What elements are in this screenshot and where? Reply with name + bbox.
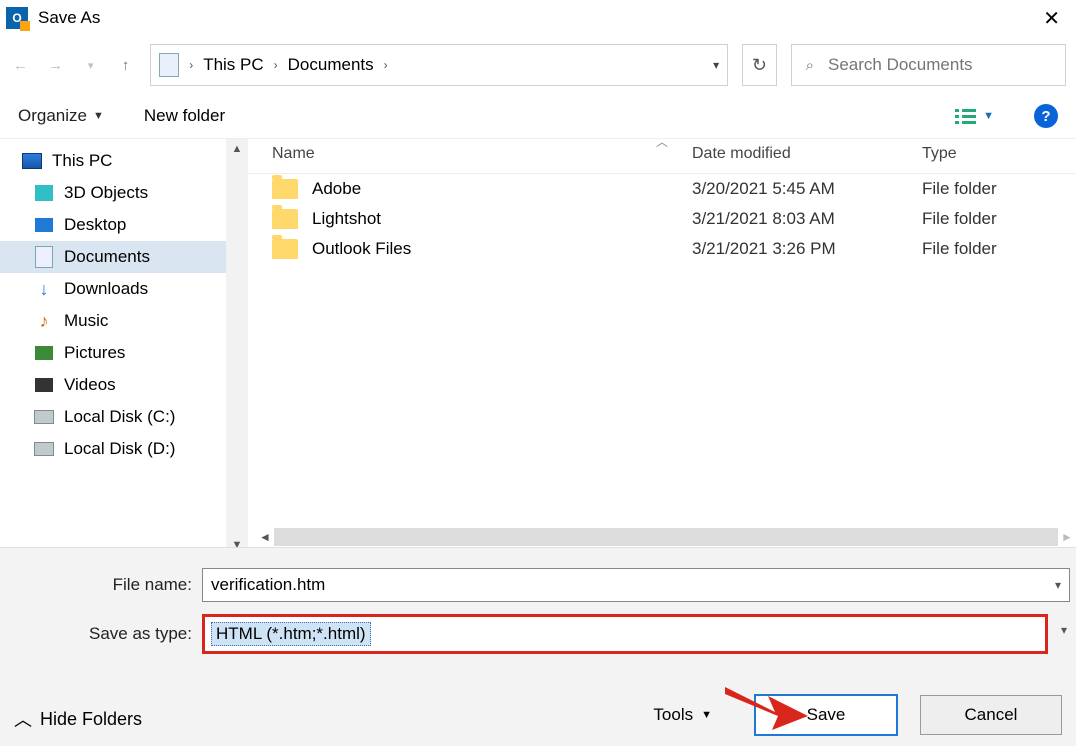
recent-dropdown[interactable]: ▾ (80, 52, 101, 78)
new-folder-button[interactable]: New folder (144, 106, 225, 126)
caret-down-icon: ▼ (93, 110, 104, 122)
dropdown-icon[interactable]: ▾ (1055, 578, 1061, 592)
search-icon: ⌕ (806, 57, 814, 74)
file-modified: 3/20/2021 5:45 AM (692, 179, 922, 199)
tree-downloads[interactable]: ↓Downloads (0, 273, 248, 305)
tree-disk-c[interactable]: Local Disk (C:) (0, 401, 248, 433)
dropdown-icon[interactable]: ▾ (1061, 623, 1067, 637)
tree-disk-d[interactable]: Local Disk (D:) (0, 433, 248, 465)
filename-label: File name: (0, 575, 202, 595)
address-dropdown-icon[interactable]: ▾ (713, 58, 719, 72)
col-type[interactable]: Type (922, 145, 1076, 163)
organize-menu[interactable]: Organize ▼ (18, 106, 104, 126)
footer: File name: verification.htm ▾ Save as ty… (0, 547, 1076, 746)
file-name: Outlook Files (312, 239, 692, 259)
tools-menu[interactable]: Tools ▼ (653, 705, 712, 725)
file-row[interactable]: Outlook Files3/21/2021 3:26 PMFile folde… (248, 234, 1076, 264)
help-button[interactable]: ? (1034, 104, 1058, 128)
window-title: Save As (38, 8, 100, 28)
back-button[interactable]: ← (10, 52, 31, 78)
organize-label: Organize (18, 106, 87, 126)
tree-this-pc[interactable]: This PC (0, 145, 248, 177)
forward-button[interactable]: → (45, 52, 66, 78)
file-modified: 3/21/2021 8:03 AM (692, 209, 922, 229)
up-button[interactable]: ↑ (115, 52, 136, 78)
file-type: File folder (922, 209, 1076, 229)
folder-icon (272, 179, 298, 199)
close-icon[interactable]: ✕ (1033, 6, 1070, 31)
chevron-up-icon: ︿ (14, 706, 32, 732)
file-name: Adobe (312, 179, 692, 199)
filename-input[interactable]: verification.htm ▾ (202, 568, 1070, 602)
file-type: File folder (922, 239, 1076, 259)
nav-row: ← → ▾ ↑ › This PC › Documents › ▾ ↻ ⌕ (0, 36, 1076, 94)
folder-icon (272, 239, 298, 259)
col-modified[interactable]: Date modified (692, 145, 922, 163)
nav-tree: This PC 3D Objects Desktop Documents ↓Do… (0, 139, 248, 547)
filename-value: verification.htm (211, 575, 325, 595)
tree-videos[interactable]: Videos (0, 369, 248, 401)
chevron-right-icon: › (274, 58, 278, 72)
scroll-down-icon: ▼ (232, 539, 243, 547)
horizontal-scrollbar[interactable]: ◄ ► (256, 527, 1076, 547)
location-icon (159, 53, 179, 77)
address-bar[interactable]: › This PC › Documents › ▾ (150, 44, 728, 86)
file-name: Lightshot (312, 209, 692, 229)
savetype-label: Save as type: (0, 624, 202, 644)
search-input[interactable] (826, 54, 1051, 76)
file-row[interactable]: Lightshot3/21/2021 8:03 AMFile folder (248, 204, 1076, 234)
caret-down-icon: ▼ (983, 110, 994, 122)
breadcrumb-current[interactable]: Documents (288, 55, 374, 75)
file-modified: 3/21/2021 3:26 PM (692, 239, 922, 259)
folder-icon (272, 209, 298, 229)
scroll-up-icon: ▲ (232, 143, 243, 155)
col-name[interactable]: Name (248, 145, 692, 163)
body: This PC 3D Objects Desktop Documents ↓Do… (0, 138, 1076, 547)
scroll-left-icon: ◄ (256, 530, 274, 544)
caret-down-icon: ▼ (701, 709, 712, 721)
chevron-right-icon: › (384, 58, 388, 72)
list-view-icon (955, 107, 977, 125)
file-list: ︿ Name Date modified Type Adobe3/20/2021… (248, 139, 1076, 547)
toolbar: Organize ▼ New folder ▼ ? (0, 94, 1076, 138)
download-icon: ↓ (34, 280, 54, 298)
breadcrumb-root[interactable]: This PC (203, 55, 263, 75)
search-box[interactable]: ⌕ (791, 44, 1066, 86)
tree-pictures[interactable]: Pictures (0, 337, 248, 369)
file-type: File folder (922, 179, 1076, 199)
savetype-value: HTML (*.htm;*.html) (211, 622, 371, 646)
view-options-button[interactable]: ▼ (955, 107, 994, 125)
savetype-combo[interactable]: HTML (*.htm;*.html) ▾ (202, 614, 1048, 654)
hide-folders-button[interactable]: ︿ Hide Folders (14, 706, 142, 732)
tree-desktop[interactable]: Desktop (0, 209, 248, 241)
refresh-button[interactable]: ↻ (742, 44, 776, 86)
scroll-right-icon: ► (1058, 530, 1076, 544)
tree-scrollbar[interactable]: ▲▼ (226, 139, 248, 547)
sort-indicator-icon: ︿ (656, 133, 668, 150)
file-row[interactable]: Adobe3/20/2021 5:45 AMFile folder (248, 174, 1076, 204)
titlebar: O Save As ✕ (0, 0, 1076, 36)
cancel-button[interactable]: Cancel (920, 695, 1062, 735)
app-icon: O (6, 7, 28, 29)
chevron-right-icon: › (189, 58, 193, 72)
tree-music[interactable]: ♪Music (0, 305, 248, 337)
tree-documents[interactable]: Documents (0, 241, 248, 273)
save-button[interactable]: Save (754, 694, 898, 736)
tree-3d-objects[interactable]: 3D Objects (0, 177, 248, 209)
music-icon: ♪ (34, 312, 54, 330)
